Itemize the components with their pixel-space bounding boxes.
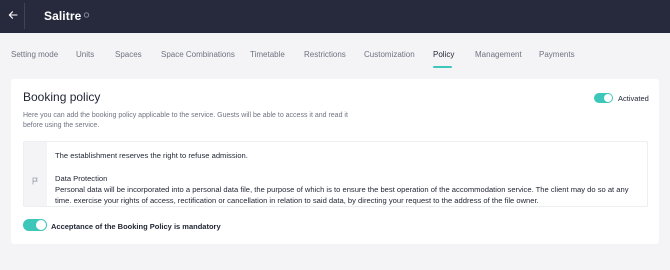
policy-paragraph: Personal data will be incorporated into …: [55, 184, 629, 206]
tab-bar: Setting mode Units Spaces Space Combinat…: [0, 50, 670, 68]
top-bar: Salitre: [0, 0, 670, 33]
mandatory-label: Acceptance of the Booking Policy is mand…: [51, 222, 221, 231]
page-title: Salitre: [44, 9, 82, 23]
policy-line: Data Protection: [55, 173, 108, 183]
activated-label: Activated: [618, 94, 649, 103]
policy-text-editor[interactable]: The establishment reserves the right to …: [23, 141, 648, 207]
toggle-knob: [36, 220, 46, 230]
flag-icon: [32, 172, 39, 185]
tab-payments[interactable]: Payments: [539, 50, 575, 59]
section-title: Booking policy: [23, 90, 101, 104]
tab-customization[interactable]: Customization: [364, 50, 415, 59]
tab-management[interactable]: Management: [475, 50, 522, 59]
tab-restrictions[interactable]: Restrictions: [304, 50, 346, 59]
section-description: Here you can add the booking policy appl…: [23, 112, 348, 129]
tab-spaces[interactable]: Spaces: [115, 50, 142, 59]
tab-units[interactable]: Units: [76, 50, 94, 59]
edit-icon[interactable]: [82, 10, 90, 20]
tab-space-combinations[interactable]: Space Combinations: [161, 50, 235, 59]
tab-policy[interactable]: Policy: [433, 50, 454, 59]
tab-timetable[interactable]: Timetable: [250, 50, 285, 59]
arrow-left-icon[interactable]: [5, 7, 21, 23]
toggle-knob: [604, 94, 612, 102]
activated-toggle[interactable]: [594, 93, 613, 103]
editor-content[interactable]: The establishment reserves the right to …: [55, 150, 645, 206]
policy-line: The establishment reserves the right to …: [55, 151, 248, 160]
booking-policy-card: Booking policy Here you can add the book…: [11, 79, 659, 244]
editor-gutter: [24, 142, 47, 206]
empty-line: [55, 161, 645, 172]
mandatory-toggle[interactable]: [23, 219, 47, 231]
header-divider: [24, 3, 25, 29]
tab-setting-mode[interactable]: Setting mode: [11, 50, 58, 59]
active-tab-indicator: [433, 66, 452, 68]
